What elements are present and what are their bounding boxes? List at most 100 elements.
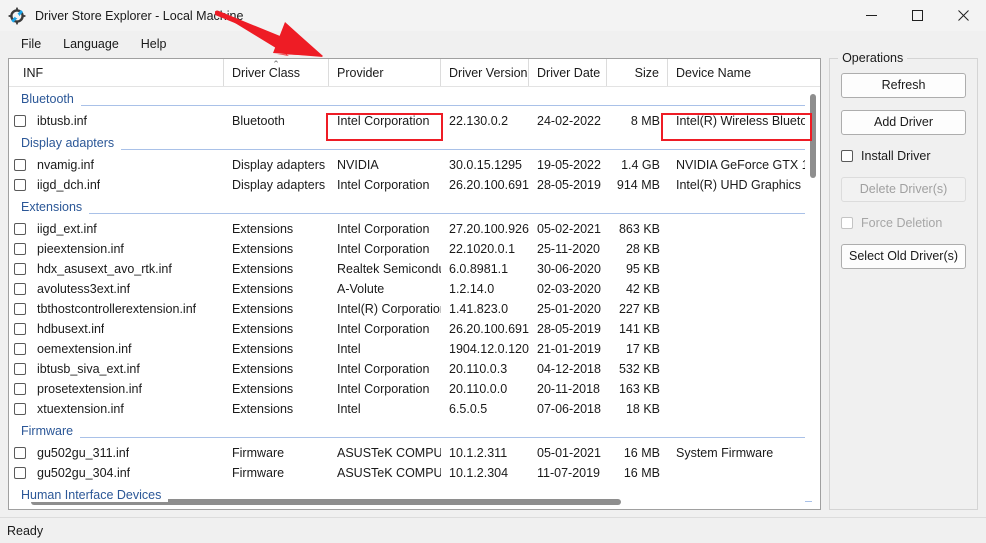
row-checkbox[interactable]	[14, 115, 26, 127]
cell-driver-version: 27.20.100.9268	[449, 222, 529, 236]
cell-driver-date: 28-05-2019	[537, 322, 601, 336]
row-checkbox[interactable]	[14, 283, 26, 295]
status-bar: Ready	[0, 517, 986, 543]
install-driver-label: Install Driver	[861, 149, 931, 163]
row-checkbox[interactable]	[14, 383, 26, 395]
row-checkbox-cell[interactable]	[9, 363, 31, 375]
cell-device-name: System Firmware	[676, 446, 774, 460]
row-checkbox[interactable]	[14, 363, 26, 375]
cell-inf: hdx_asusext_avo_rtk.inf	[9, 262, 224, 276]
table-row[interactable]: iigd_dch.inf Display adapters Intel Corpor…	[9, 175, 820, 195]
table-row[interactable]: hdbusext.inf Extensions Intel Corporation 2…	[9, 319, 820, 339]
row-checkbox[interactable]	[14, 223, 26, 235]
cell-inf-label: iigd_ext.inf	[37, 222, 97, 236]
cell-inf: oemextension.inf	[9, 342, 224, 356]
cell-inf-label: gu502gu_304.inf	[37, 466, 131, 480]
row-checkbox-cell[interactable]	[9, 263, 31, 275]
row-checkbox-cell[interactable]	[9, 343, 31, 355]
row-checkbox-cell[interactable]	[9, 283, 31, 295]
row-checkbox[interactable]	[14, 323, 26, 335]
column-header-provider[interactable]: Provider	[329, 59, 441, 86]
table-row[interactable]: oemextension.inf Extensions Intel 1904.12.0…	[9, 339, 820, 359]
maximize-button[interactable]	[894, 0, 940, 31]
table-row[interactable]: nvamig.inf Display adapters NVIDIA 30.0.15.…	[9, 155, 820, 175]
cell-driver-version: 6.5.0.5	[449, 402, 488, 416]
row-checkbox-cell[interactable]	[9, 303, 31, 315]
group-header-label: Bluetooth	[21, 92, 81, 106]
row-checkbox-cell[interactable]	[9, 159, 31, 171]
table-row[interactable]: gu502gu_311.inf Firmware ASUSTeK COMPUTE..…	[9, 443, 820, 463]
row-checkbox[interactable]	[14, 179, 26, 191]
cell-provider: Intel Corporation	[337, 242, 430, 256]
group-header[interactable]: Bluetooth	[9, 87, 820, 111]
cell-inf: xtuextension.inf	[9, 402, 224, 416]
row-checkbox-cell[interactable]	[9, 115, 31, 127]
cell-size: 8 MB	[630, 114, 660, 128]
cell-driver-class: Extensions	[232, 222, 294, 236]
install-driver-checkbox-row[interactable]: Install Driver	[841, 147, 966, 165]
cell-size: 914 MB	[616, 178, 660, 192]
menu-help[interactable]: Help	[130, 34, 178, 54]
table-row[interactable]: tbthostcontrollerextension.inf Extensions…	[9, 299, 820, 319]
vertical-scrollbar-thumb[interactable]	[810, 94, 817, 178]
column-header-driver-version[interactable]: Driver Version	[441, 59, 529, 86]
column-header-device-name[interactable]: Device Name	[668, 59, 821, 86]
row-checkbox[interactable]	[14, 467, 26, 479]
select-old-drivers-button[interactable]: Select Old Driver(s)	[841, 244, 967, 269]
row-checkbox-cell[interactable]	[9, 447, 31, 459]
cell-inf-label: ibtusb.inf	[37, 114, 88, 128]
close-button[interactable]	[940, 0, 986, 31]
row-checkbox-cell[interactable]	[9, 467, 31, 479]
row-checkbox[interactable]	[14, 303, 26, 315]
operations-legend: Operations	[838, 51, 908, 65]
driver-list-view[interactable]: INF Driver Class ⌃ Provider Driver Version Dr…	[8, 58, 822, 510]
row-checkbox[interactable]	[14, 243, 26, 255]
table-row[interactable]: prosetextension.inf Extensions Intel Corpo…	[9, 379, 820, 399]
row-checkbox-cell[interactable]	[9, 383, 31, 395]
refresh-button[interactable]: Refresh	[841, 73, 967, 98]
group-header[interactable]: Display adapters	[9, 131, 820, 155]
group-header-label: Human Interface Devices	[21, 488, 169, 502]
cell-provider: ASUSTeK COMPUTE...	[337, 446, 441, 460]
add-driver-button[interactable]: Add Driver	[841, 110, 967, 135]
row-checkbox-cell[interactable]	[9, 243, 31, 255]
row-checkbox[interactable]	[14, 447, 26, 459]
table-row[interactable]: gu502gu_304.inf Firmware ASUSTeK COMPUTE..…	[9, 463, 820, 483]
table-row[interactable]: avolutess3ext.inf Extensions A-Volute 1.2.1…	[9, 279, 820, 299]
cell-size: 532 KB	[618, 362, 660, 376]
row-checkbox-cell[interactable]	[9, 403, 31, 415]
column-header-driver-date[interactable]: Driver Date	[529, 59, 607, 86]
table-row[interactable]: pieextension.inf Extensions Intel Corporat…	[9, 239, 820, 259]
row-checkbox-cell[interactable]	[9, 223, 31, 235]
group-header[interactable]: Extensions	[9, 195, 820, 219]
cell-size: 17 KB	[625, 342, 660, 356]
column-header-size[interactable]: Size	[607, 59, 668, 86]
menu-file[interactable]: File	[10, 34, 52, 54]
table-row[interactable]: ibtusb_siva_ext.inf Extensions Intel Corpo…	[9, 359, 820, 379]
row-checkbox-cell[interactable]	[9, 179, 31, 191]
install-driver-checkbox[interactable]	[841, 150, 854, 162]
cell-driver-date: 19-05-2022	[537, 158, 601, 172]
column-header-inf[interactable]: INF	[9, 59, 224, 86]
cell-driver-class: Bluetooth	[232, 114, 285, 128]
column-header-label: Size	[634, 65, 659, 80]
column-header-driver-class[interactable]: Driver Class ⌃	[224, 59, 329, 86]
group-header[interactable]: Firmware	[9, 419, 820, 443]
row-checkbox[interactable]	[14, 343, 26, 355]
row-checkbox-cell[interactable]	[9, 323, 31, 335]
table-row[interactable]: hdx_asusext_avo_rtk.inf Extensions Realtek…	[9, 259, 820, 279]
row-checkbox[interactable]	[14, 263, 26, 275]
table-row[interactable]: ibtusb.inf Bluetooth Intel Corporation 22.1…	[9, 111, 820, 131]
minimize-button[interactable]	[848, 0, 894, 31]
menu-language[interactable]: Language	[52, 34, 130, 54]
table-row[interactable]: xtuextension.inf Extensions Intel 6.5.0.5 07…	[9, 399, 820, 419]
row-checkbox[interactable]	[14, 159, 26, 171]
cell-size: 16 MB	[623, 446, 660, 460]
cell-driver-version: 26.20.100.6911	[449, 178, 529, 192]
vertical-scrollbar[interactable]	[805, 88, 821, 492]
table-row[interactable]: iigd_ext.inf Extensions Intel Corporation 2…	[9, 219, 820, 239]
row-checkbox[interactable]	[14, 403, 26, 415]
cell-inf: iigd_dch.inf	[9, 178, 224, 192]
cell-driver-version: 1.2.14.0	[449, 282, 495, 296]
cell-driver-class: Extensions	[232, 342, 294, 356]
